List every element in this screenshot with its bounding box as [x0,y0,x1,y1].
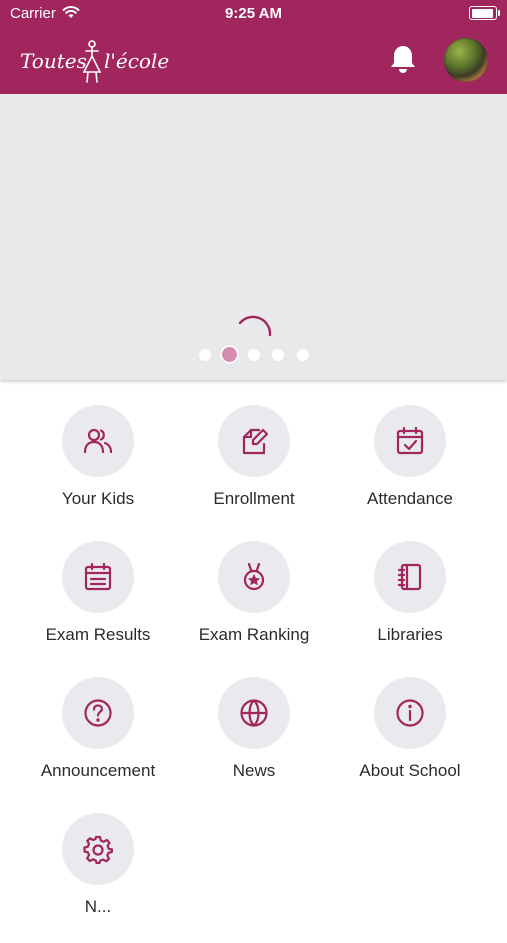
user-avatar[interactable] [444,38,488,82]
gear-icon [83,835,113,864]
menu-label: Libraries [377,625,443,644]
loading-spinner-icon [238,315,272,337]
menu-icon-circle [374,677,446,749]
menu-icon-circle [62,813,134,885]
menu-icon-circle [62,405,134,477]
question-circle-icon [84,699,112,727]
menu-icon-circle [218,677,290,749]
menu-item-about-school[interactable]: About School [332,677,488,807]
calendar-list-icon [84,562,112,591]
menu-label: N... [84,897,112,916]
calendar-check-icon [396,426,424,455]
notification-bell-icon[interactable] [388,43,418,75]
menu-item-announcement[interactable]: Announcement [20,677,176,807]
menu-icon-circle [218,405,290,477]
menu-label: Exam Ranking [198,625,310,644]
school-logo[interactable]: Toutes l'école [20,36,180,86]
battery-icon [469,6,500,20]
menu-item-news[interactable]: News [176,677,332,807]
carousel-dot[interactable] [297,349,309,361]
menu-item-exam-results[interactable]: Exam Results [20,541,176,671]
logo-text-left: Toutes [20,49,87,73]
menu-icon-circle [62,677,134,749]
edit-document-icon [242,428,269,455]
carousel-dot[interactable] [199,349,211,361]
globe-icon [240,699,268,727]
app-header: Carrier 9:25 AM Toutes l'école [0,0,507,94]
logo-text-right: l'école [104,49,169,73]
menu-icon-circle [374,405,446,477]
carousel-pagination [0,346,507,362]
carousel-dot[interactable] [272,349,284,361]
info-circle-icon [396,699,424,727]
menu-icon-circle [218,541,290,613]
menu-item-settings[interactable]: N... [20,813,176,943]
menu-label: Exam Results [45,625,151,644]
menu-icon-circle [374,541,446,613]
clock: 9:25 AM [225,5,282,22]
menu-label: Enrollment [213,489,295,508]
banner-carousel[interactable] [0,94,507,380]
menu-item-attendance[interactable]: Attendance [332,405,488,535]
menu-item-enrollment[interactable]: Enrollment [176,405,332,535]
menu-label: About School [359,761,461,780]
carousel-dot-active[interactable] [222,347,237,362]
users-icon [83,428,113,454]
menu-label: Announcement [40,761,156,780]
menu-label: News [232,761,276,780]
menu-label: Your Kids [61,489,135,508]
notebook-icon [397,563,422,591]
carousel-dot[interactable] [248,349,260,361]
menu-item-exam-ranking[interactable]: Exam Ranking [176,541,332,671]
menu-icon-circle [62,541,134,613]
medal-icon [243,562,265,591]
status-bar: Carrier 9:25 AM [0,0,507,28]
menu-item-libraries[interactable]: Libraries [332,541,488,671]
menu-label: Attendance [366,489,453,508]
menu-item-your-kids[interactable]: Your Kids [20,405,176,535]
